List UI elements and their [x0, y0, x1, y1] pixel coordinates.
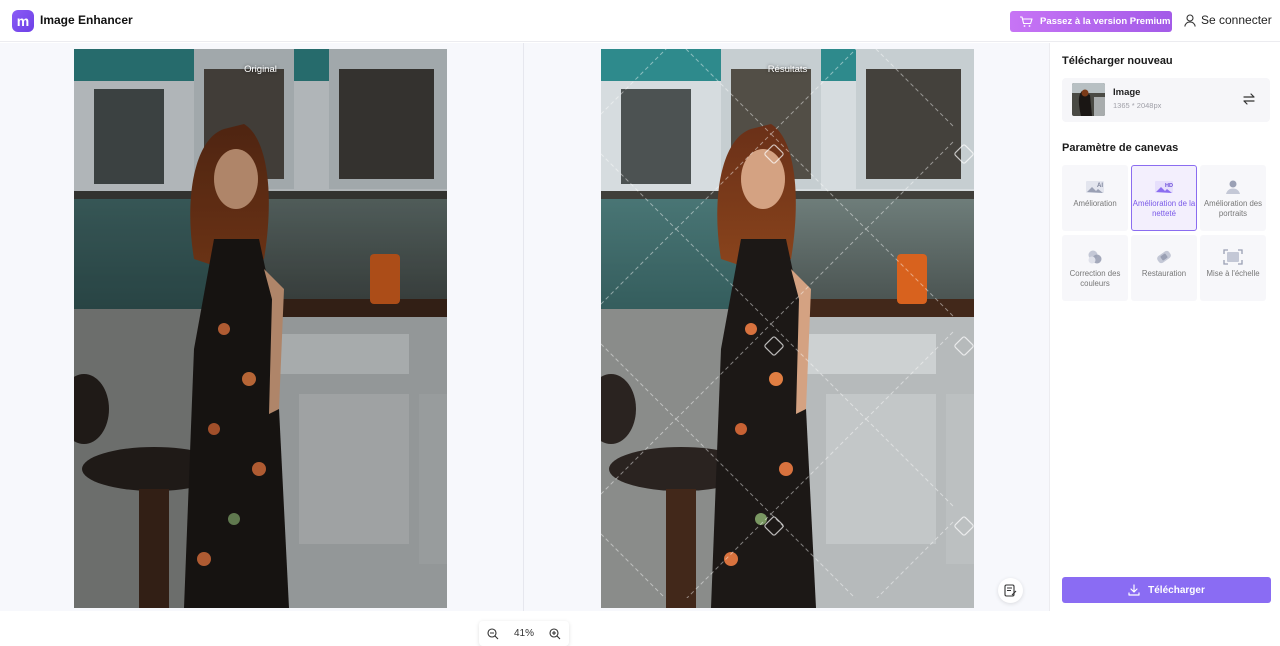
login-label: Se connecter [1201, 13, 1272, 27]
tool-label: Mise à l'échelle [1206, 269, 1260, 278]
portrait-icon [1226, 180, 1240, 194]
feedback-button[interactable] [998, 578, 1023, 603]
zoom-out-icon[interactable] [487, 627, 499, 640]
premium-label: Passez à la version Premium [1040, 16, 1171, 27]
download-button[interactable]: Télécharger [1062, 577, 1271, 603]
tool-label: Restauration [1141, 269, 1187, 278]
cart-icon [1020, 15, 1033, 27]
bandage-icon [1157, 250, 1171, 264]
zoom-control: 41% [479, 621, 569, 646]
premium-button[interactable]: Passez à la version Premium [1010, 11, 1172, 32]
preview-canvas: Original Résultats 41% [0, 43, 1049, 646]
result-label: Résultats [767, 64, 808, 75]
tool-upscale[interactable]: Mise à l'échelle [1200, 235, 1266, 301]
hd-image-icon: HD [1155, 181, 1173, 193]
svg-text:HD: HD [1165, 183, 1173, 189]
download-label: Télécharger [1148, 584, 1205, 596]
settings-sidebar: Télécharger nouveau Image 1365 * 2048px … [1050, 43, 1280, 611]
tool-color-correction[interactable]: Correction des couleurs [1062, 235, 1128, 301]
file-dimensions: 1365 * 2048px [1113, 101, 1162, 110]
color-circles-icon [1088, 250, 1102, 264]
zoom-in-icon[interactable] [549, 627, 561, 640]
user-icon [1184, 13, 1196, 27]
ai-image-icon: AI [1086, 181, 1104, 193]
swap-icon[interactable] [1242, 92, 1256, 111]
canvas-settings-title: Paramètre de canevas [1062, 142, 1179, 154]
app-logo-icon[interactable]: m [12, 10, 34, 32]
original-photo-illustration [74, 49, 447, 608]
file-name: Image [1113, 87, 1141, 98]
app-title: Image Enhancer [40, 13, 133, 27]
original-label: Original [244, 64, 277, 75]
tool-enhance[interactable]: AI Amélioration [1062, 165, 1128, 231]
tool-grid: AI Amélioration HD Amélioration de la ne… [1062, 165, 1266, 301]
tool-restoration[interactable]: Restauration [1131, 235, 1197, 301]
svg-text:AI: AI [1097, 183, 1103, 189]
tool-portrait[interactable]: Amélioration des portraits [1200, 165, 1266, 231]
edit-note-icon [1004, 584, 1017, 597]
watermark-overlay [764, 144, 974, 536]
tool-label: Correction des couleurs [1069, 269, 1121, 288]
tool-label: Amélioration de la netteté [1132, 199, 1196, 218]
result-image: Résultats [601, 49, 974, 608]
file-card[interactable]: Image 1365 * 2048px [1062, 78, 1270, 122]
top-bar: m Image Enhancer Passez à la version Pre… [0, 0, 1280, 42]
download-icon [1128, 584, 1140, 596]
compare-divider [523, 43, 524, 611]
upload-title: Télécharger nouveau [1062, 55, 1173, 67]
tool-label: Amélioration [1073, 199, 1117, 208]
tool-sharpen[interactable]: HD Amélioration de la netteté [1131, 165, 1197, 231]
file-thumbnail [1072, 83, 1105, 116]
login-button[interactable]: Se connecter [1184, 13, 1272, 27]
tool-label: Amélioration des portraits [1203, 199, 1263, 218]
zoom-level: 41% [513, 628, 534, 639]
original-image: Original [74, 49, 447, 608]
upscale-icon [1223, 249, 1243, 265]
